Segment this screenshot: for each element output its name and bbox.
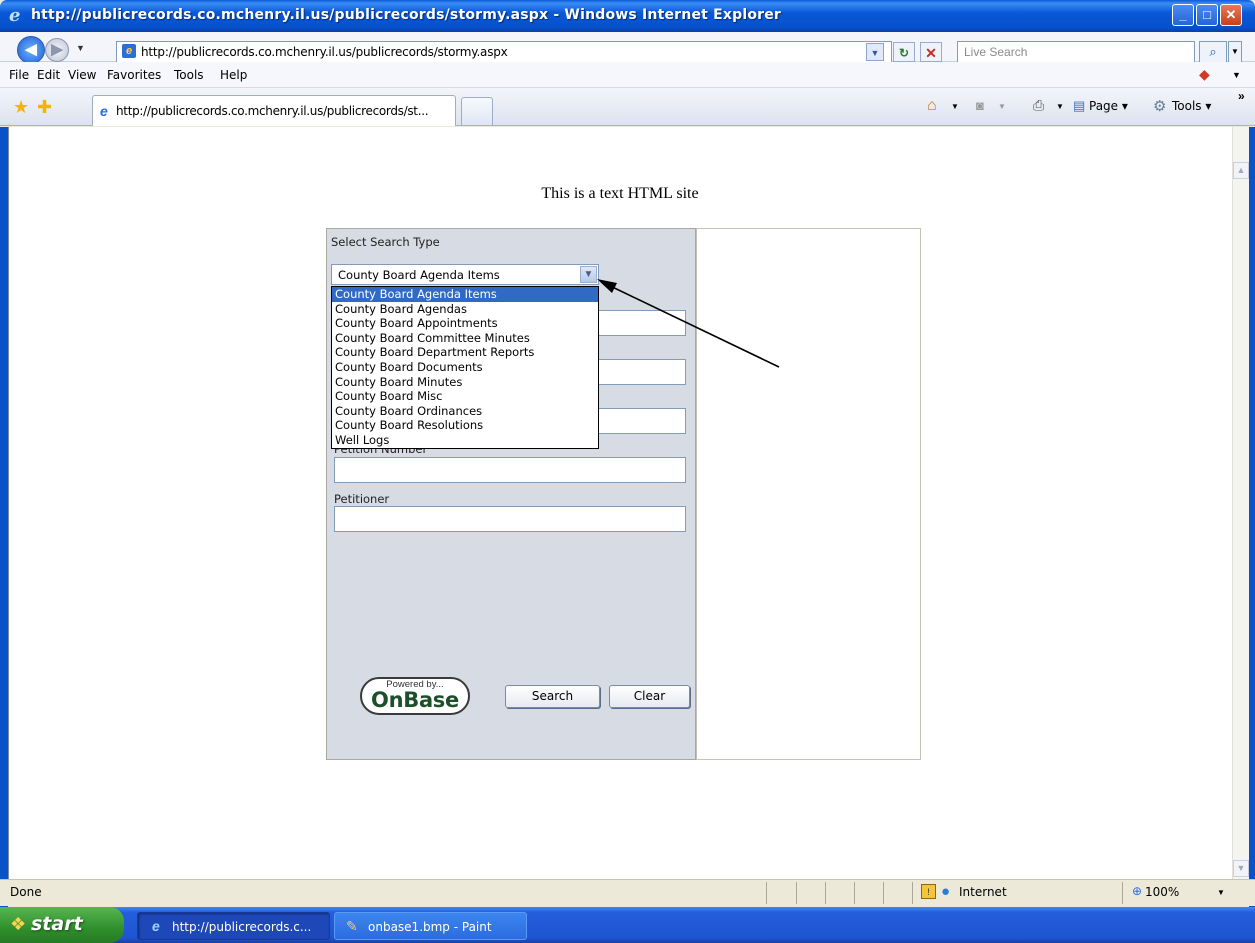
menu-view[interactable]: View <box>68 68 96 82</box>
dropdown-option[interactable]: County Board Resolutions <box>332 418 598 433</box>
address-dropdown-icon[interactable]: ▼ <box>866 43 884 61</box>
stop-button[interactable]: ✕ <box>920 42 942 62</box>
protected-mode-icon[interactable]: ! <box>921 884 936 899</box>
back-button[interactable]: ◀ <box>17 36 45 64</box>
gear-icon[interactable]: ⚙ <box>1153 97 1166 115</box>
dropdown-option[interactable]: County Board Department Reports <box>332 345 598 360</box>
forward-arrow-icon: ▶ <box>51 41 63 58</box>
dropdown-option[interactable]: County Board Misc <box>332 389 598 404</box>
dropdown-option[interactable]: County Board Ordinances <box>332 404 598 419</box>
onbase-brand-text: OnBase <box>371 688 459 712</box>
menu-tools[interactable]: Tools <box>174 68 204 82</box>
menu-edit[interactable]: Edit <box>37 68 60 82</box>
start-label[interactable]: start <box>31 913 83 935</box>
page-heading: This is a text HTML site <box>541 185 699 202</box>
menu-help[interactable]: Help <box>220 68 247 82</box>
windows-flag-icon: ❖ <box>10 914 27 934</box>
page-menu-button[interactable]: Page ▾ <box>1089 99 1128 113</box>
taskbar-item-label[interactable]: http://publicrecords.c... <box>172 920 311 934</box>
ie-icon: e <box>9 5 21 26</box>
dropdown-option[interactable]: County Board Agenda Items <box>332 287 598 302</box>
home-dropdown-icon[interactable]: ▼ <box>951 102 959 111</box>
status-divider <box>796 882 797 904</box>
zoom-icon[interactable]: ⊕ <box>1132 884 1142 898</box>
status-divider <box>912 882 913 904</box>
home-icon[interactable]: ⌂ <box>927 97 937 115</box>
paint-icon: ✎ <box>346 918 358 934</box>
search-options-dropdown-icon[interactable]: ▼ <box>1228 41 1242 63</box>
petition-number-input[interactable] <box>334 457 686 483</box>
add-favorite-icon[interactable]: ✚ <box>37 97 52 118</box>
forward-button[interactable]: ▶ <box>45 38 69 62</box>
ie-icon: e <box>152 918 160 934</box>
maximize-button[interactable]: □ <box>1196 4 1218 26</box>
menu-favorites[interactable]: Favorites <box>107 68 161 82</box>
zoom-level[interactable]: 100% <box>1145 885 1179 899</box>
security-zone-text[interactable]: Internet <box>959 885 1007 899</box>
minimize-button[interactable]: _ <box>1172 4 1194 26</box>
search-icon[interactable]: ⌕ <box>1199 41 1227 63</box>
window-border-left <box>0 127 8 907</box>
taskbar-item-label[interactable]: onbase1.bmp - Paint <box>368 920 492 934</box>
status-bar <box>0 879 1255 906</box>
search-placeholder[interactable]: Live Search <box>964 45 1027 59</box>
tab-title[interactable]: http://publicrecords.co.mchenry.il.us/pu… <box>116 104 429 118</box>
feeds-dropdown-icon[interactable]: ▼ <box>998 102 1006 111</box>
status-divider <box>854 882 855 904</box>
refresh-button[interactable]: ↻ <box>893 42 915 62</box>
new-tab-button[interactable] <box>461 97 493 125</box>
status-divider <box>883 882 884 904</box>
dropdown-option[interactable]: County Board Minutes <box>332 375 598 390</box>
window-border-right <box>1249 127 1255 907</box>
results-panel <box>696 228 921 760</box>
vertical-scrollbar[interactable] <box>1232 127 1249 879</box>
chevron-down-icon[interactable]: ▼ <box>1232 70 1241 80</box>
dropdown-option[interactable]: County Board Agendas <box>332 302 598 317</box>
status-divider <box>825 882 826 904</box>
close-button[interactable]: ✕ <box>1220 4 1242 26</box>
search-button[interactable]: Search <box>505 685 600 708</box>
window-title: http://publicrecords.co.mchenry.il.us/pu… <box>31 7 782 23</box>
tools-menu-button[interactable]: Tools ▾ <box>1172 99 1211 113</box>
search-type-label: Select Search Type <box>331 235 440 249</box>
status-divider <box>766 882 767 904</box>
petitioner-label: Petitioner <box>334 492 390 506</box>
minimize-icon: _ <box>1179 7 1187 22</box>
address-url[interactable]: http://publicrecords.co.mchenry.il.us/pu… <box>141 45 508 59</box>
dropdown-option[interactable]: County Board Documents <box>332 360 598 375</box>
ie-icon: e <box>100 103 108 119</box>
more-commands-icon[interactable]: » <box>1238 89 1245 103</box>
chevron-down-icon[interactable]: ▼ <box>580 266 597 283</box>
feeds-icon[interactable]: ◙ <box>976 98 984 113</box>
zoom-dropdown-icon[interactable]: ▼ <box>1217 888 1225 897</box>
dropdown-option[interactable]: Well Logs <box>332 433 598 448</box>
dropdown-option[interactable]: County Board Committee Minutes <box>332 331 598 346</box>
print-icon[interactable]: ⎙ <box>1033 97 1044 114</box>
menu-file[interactable]: File <box>9 68 29 82</box>
scroll-down-icon[interactable]: ▼ <box>1233 860 1249 877</box>
close-icon: ✕ <box>1225 7 1237 22</box>
print-dropdown-icon[interactable]: ▼ <box>1056 102 1064 111</box>
recent-pages-dropdown-icon[interactable]: ▼ <box>76 43 85 53</box>
dropdown-option[interactable]: County Board Appointments <box>332 316 598 331</box>
petitioner-input[interactable] <box>334 506 686 532</box>
back-arrow-icon: ◀ <box>25 41 37 58</box>
scroll-up-icon[interactable]: ▲ <box>1233 162 1249 179</box>
search-type-value[interactable]: County Board Agenda Items <box>338 268 500 282</box>
globe-icon: ● <box>941 883 951 900</box>
page-icon: e <box>122 44 136 58</box>
toolbar-addon-icon[interactable]: ◆ <box>1199 66 1217 84</box>
maximize-icon: □ <box>1203 7 1211 22</box>
status-divider <box>1122 882 1123 904</box>
page-icon[interactable]: ▤ <box>1073 98 1085 114</box>
favorites-star-icon[interactable]: ★ <box>13 97 29 118</box>
clear-button[interactable]: Clear <box>609 685 690 708</box>
status-text: Done <box>10 885 42 899</box>
